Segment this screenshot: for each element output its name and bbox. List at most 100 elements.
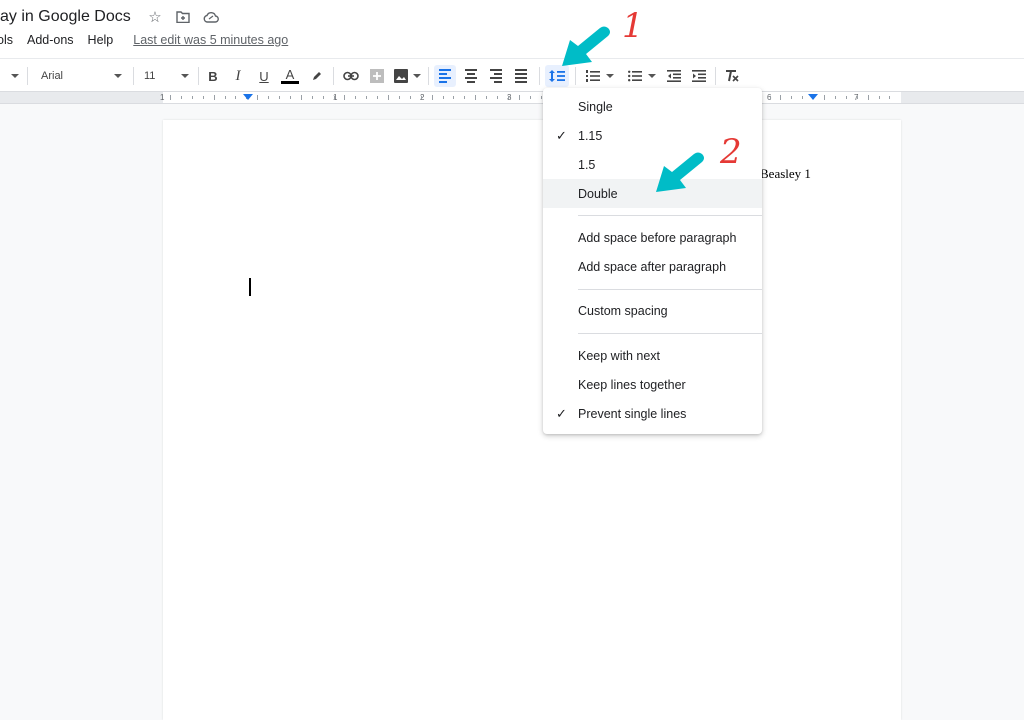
font-size-value: 11 [144,70,156,82]
menu-item-label: Custom spacing [578,303,668,318]
menu-add-ons[interactable]: Add-ons [27,33,74,47]
ruler-track[interactable] [163,92,901,103]
ruler-label: 1 [160,93,165,102]
ruler-tick [867,95,869,100]
chevron-down-icon [11,74,19,78]
divider [715,67,716,85]
menu-item-label: Add space after paragraph [578,259,727,274]
clear-formatting-icon [726,70,739,82]
justify-button[interactable] [510,65,532,87]
font-size-dropdown[interactable]: 11 [140,65,192,87]
menu-item-double[interactable]: Double [543,179,762,208]
cloud-saved-icon[interactable] [203,8,219,26]
ruler-tick [453,96,455,99]
menu-item-single[interactable]: Single [543,92,762,121]
ruler-tick [202,96,204,99]
move-to-folder-icon[interactable] [175,8,191,26]
increase-indent-button[interactable] [689,65,709,87]
ruler-tick [398,96,400,99]
insert-link-button[interactable] [340,65,362,87]
menu-item-custom-spacing[interactable]: Custom spacing [543,296,762,325]
highlight-color-button[interactable] [307,65,327,87]
star-icon[interactable]: ☆ [147,8,163,26]
text-cursor [249,278,251,296]
menu-divider [578,215,762,216]
decrease-indent-button[interactable] [664,65,684,87]
insert-image-button[interactable] [392,65,422,87]
menu-item-add-space-after[interactable]: Add space after paragraph [543,252,762,281]
divider [198,67,199,85]
menu-bar: ols Add-ons Help Last edit was 5 minutes… [0,33,288,47]
ruler-tick [464,96,466,99]
bulleted-list-button[interactable] [624,65,660,87]
chevron-down-icon [181,74,189,78]
ruler-tick [497,96,498,99]
text-color-button[interactable]: A [279,65,301,87]
menu-item-prevent-single-lines[interactable]: ✓ Prevent single lines [543,399,762,428]
clear-formatting-button[interactable] [722,65,742,87]
ruler-tick [388,95,389,100]
menu-tools[interactable]: ols [0,33,13,47]
menu-item-keep-with-next[interactable]: Keep with next [543,341,762,370]
document-page[interactable]: Beasley 1 [163,120,901,720]
divider [133,67,134,85]
menu-item-keep-lines-together[interactable]: Keep lines together [543,370,762,399]
menu-divider [578,333,762,334]
ruler-tick [366,96,368,99]
toolbar: Arial 11 B I U A [0,58,1024,92]
divider [539,67,540,85]
align-right-button[interactable] [485,65,507,87]
numbered-list-button[interactable] [582,65,618,87]
underline-button[interactable]: U [254,65,274,87]
ruler-tick [311,96,313,99]
checkmark-icon: ✓ [556,127,567,143]
italic-button[interactable]: I [228,65,248,87]
ruler-tick [780,95,782,100]
line-spacing-button[interactable] [545,65,569,87]
menu-item-label: Single [578,99,613,114]
align-left-button[interactable] [434,65,456,87]
ruler-tick [802,96,804,99]
ruler-tick [191,96,193,99]
last-edit-link[interactable]: Last edit was 5 minutes ago [133,33,288,47]
menu-item-add-space-before[interactable]: Add space before paragraph [543,223,762,252]
menu-item-label: Keep with next [578,348,660,363]
ruler-tick [486,96,488,99]
ruler-tick [224,96,226,99]
chevron-down-icon [114,74,122,78]
ruler-tick [824,95,825,100]
link-icon [343,71,359,81]
checkmark-icon: ✓ [556,405,567,421]
ruler-tick [518,95,520,100]
menu-item-label: Keep lines together [578,377,686,392]
font-family-value: Arial [41,70,64,82]
ruler-tick [540,96,542,99]
styles-dropdown[interactable] [8,65,22,87]
ruler-tick [834,96,836,99]
font-family-dropdown[interactable]: Arial [36,65,128,87]
menu-item-1-5[interactable]: 1.5 [543,150,762,179]
menu-help[interactable]: Help [88,33,114,47]
ruler-tick [769,96,771,99]
decrease-indent-icon [667,70,681,82]
ruler-tick [257,95,259,100]
ruler-tick [529,96,531,99]
ruler-tick [355,96,357,99]
menu-item-1-15[interactable]: ✓ 1.15 [543,121,762,150]
bold-button[interactable]: B [203,65,223,87]
ruler-tick [856,96,858,99]
right-indent-marker[interactable] [808,94,818,100]
menu-item-label: Add space before paragraph [578,230,737,245]
ruler-tick [431,95,433,100]
chevron-down-icon [412,74,421,78]
ruler-tick [170,95,171,100]
ruler-tick [878,96,880,99]
chevron-down-icon [606,74,614,78]
document-title[interactable]: ay in Google Docs [0,8,131,26]
left-indent-marker[interactable] [243,94,253,100]
ruler-tick [333,96,335,99]
insert-comment-button[interactable] [366,65,388,87]
menu-item-label: 1.15 [578,128,603,143]
chevron-down-icon [648,74,656,78]
align-center-button[interactable] [460,65,482,87]
